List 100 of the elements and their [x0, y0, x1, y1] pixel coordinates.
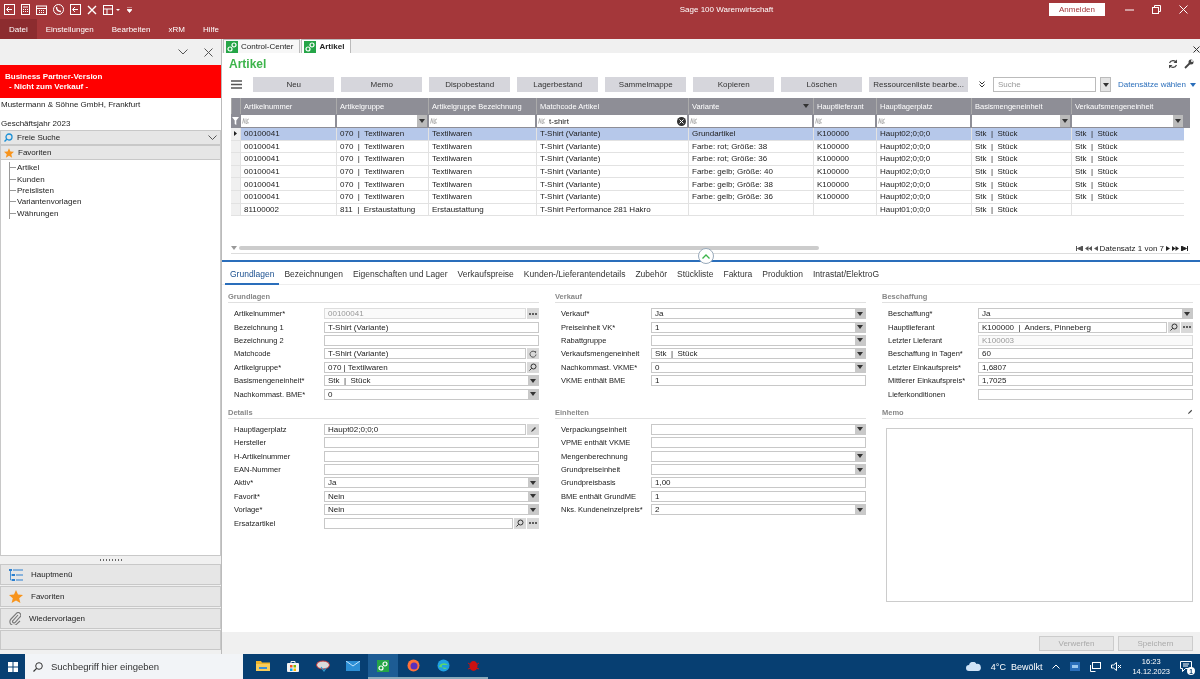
restore-icon[interactable]	[1152, 5, 1161, 14]
filter-button[interactable]	[1100, 77, 1111, 92]
row-header-cell[interactable]	[231, 178, 240, 191]
taskbar-app-button[interactable]	[368, 654, 398, 679]
toolbar-button[interactable]: Lagerbestand	[517, 77, 599, 92]
calendar-icon[interactable]	[36, 4, 47, 15]
tree-item[interactable]: Preislisten	[17, 185, 54, 195]
table-row[interactable]: 00100041 070 | Textilwaren Textilwaren T-Shirt (Variante) Grundartikel K100000 Haupt02;0;0;0 Stk | Stück Stk | Stück	[231, 128, 1190, 141]
weather-text[interactable]: 4°C Bewölkt	[990, 661, 1043, 672]
login-button[interactable]: Anmelden	[1048, 3, 1105, 16]
detail-tab[interactable]: Intrastat/ElektroG	[807, 264, 885, 285]
input-field[interactable]: 070 | Textilwaren	[324, 361, 526, 373]
toolbar-button[interactable]: Ressourcenliste bearbe...	[869, 77, 968, 92]
nav-button[interactable]: Hauptmenü	[0, 564, 221, 585]
phone-icon[interactable]	[53, 4, 64, 15]
detail-tab[interactable]: Grundlagen	[225, 264, 280, 285]
input-field[interactable]: 1,6807	[978, 361, 1193, 373]
dropdown[interactable]: Ja	[651, 308, 866, 320]
table-row[interactable]: 00100041 070 | Textilwaren Textilwaren T-Shirt (Variante) Farbe: rot; Größe: 38 K100000 Haupt02;0;0;0 Stk | Stück Stk | Stück	[231, 140, 1190, 154]
speaker-muted-icon[interactable]	[1111, 662, 1123, 671]
layout-icon[interactable]	[103, 4, 121, 15]
toolbar-button[interactable]: Dispobestand	[429, 77, 511, 92]
search-button[interactable]	[1168, 321, 1180, 333]
reload-button[interactable]	[527, 348, 539, 360]
next-record-icon[interactable]	[1166, 245, 1170, 251]
filter-field[interactable]	[241, 115, 335, 127]
filter-field[interactable]: t-shirt	[537, 115, 687, 127]
input-field[interactable]: T-Shirt (Variante)	[324, 321, 539, 333]
notification-icon[interactable]	[1180, 661, 1192, 672]
memo-field[interactable]	[886, 427, 1193, 602]
input-field[interactable]	[651, 437, 866, 449]
taskbar-search-field[interactable]: Suchbegriff hier eingeben	[25, 654, 243, 679]
close-icon[interactable]	[204, 47, 213, 57]
tree-item[interactable]: Kunden	[17, 174, 45, 184]
dw-tray-icon[interactable]	[1070, 662, 1081, 671]
input-field[interactable]	[324, 334, 539, 346]
filter-field[interactable]	[877, 115, 970, 127]
start-icon[interactable]	[7, 661, 18, 672]
nav-button[interactable]: Favoriten	[0, 586, 221, 607]
collapse-toggle[interactable]	[698, 248, 714, 264]
table-row[interactable]: 00100041 070 | Textilwaren Textilwaren T-Shirt (Variante) Farbe: gelb; Größe: 38 K100000 Haupt02;0;0;0 Stk | Stück Stk | Stück	[231, 178, 1190, 191]
menu-item[interactable]: Einstellungen	[36, 19, 103, 39]
row-header-cell[interactable]	[231, 153, 240, 166]
wrench-icon[interactable]	[1184, 59, 1194, 69]
previous-page-icon[interactable]	[1084, 245, 1092, 251]
exit-icon[interactable]	[4, 4, 15, 15]
clear-icon[interactable]	[677, 116, 686, 126]
input-field[interactable]	[324, 517, 513, 529]
toolbar-button[interactable]: Memo	[341, 77, 423, 92]
chevron-down-icon[interactable]	[178, 49, 188, 55]
detail-tab[interactable]: Stückliste	[672, 264, 719, 285]
tree-item[interactable]: Artikel	[17, 163, 40, 173]
dropdown[interactable]: Nein	[324, 490, 539, 502]
table-row[interactable]: 00100041 070 | Textilwaren Textilwaren T-Shirt (Variante) Farbe: gelb; Größe: 36 K100000 Haupt02;0;0;0 Stk | Stück Stk | Stück	[231, 190, 1190, 204]
search-dropdown[interactable]: Freie Suche	[0, 130, 221, 145]
dropdown[interactable]: Ja	[324, 477, 539, 489]
input-field[interactable]: 1	[651, 490, 866, 502]
row-header-cell[interactable]	[231, 190, 240, 204]
detail-tab[interactable]: Eigenschaften und Lager	[348, 264, 453, 285]
row-header-cell[interactable]	[231, 165, 240, 179]
input-field[interactable]: 60	[978, 348, 1193, 360]
last-record-icon[interactable]	[1181, 245, 1188, 251]
detail-tab[interactable]: Kunden-/Lieferantendetails	[518, 264, 631, 285]
table-row[interactable]: 00100041 070 | Textilwaren Textilwaren T-Shirt (Variante) Farbe: rot; Größe: 36 K100000 Haupt02;0;0;0 Stk | Stück Stk | Stück	[231, 153, 1190, 166]
dropdown[interactable]: Nein	[324, 504, 539, 516]
input-field[interactable]	[978, 388, 1193, 400]
detail-tab[interactable]: Bezeichnungen	[279, 264, 349, 285]
dropdown[interactable]: 0	[324, 388, 539, 400]
row-header-cell[interactable]	[231, 128, 240, 141]
input-field[interactable]: 1,00	[651, 477, 866, 489]
pencil-icon[interactable]	[1187, 409, 1193, 416]
search-button[interactable]	[527, 361, 539, 373]
network-icon[interactable]	[1090, 661, 1102, 672]
close-icon[interactable]	[1193, 46, 1200, 53]
favorites-header[interactable]: Favoriten	[0, 145, 221, 160]
dropdown[interactable]: 1	[651, 321, 866, 333]
input-field[interactable]: 1	[651, 375, 866, 387]
search-button[interactable]	[514, 517, 526, 529]
exit-icon[interactable]	[70, 4, 81, 15]
document-tab[interactable]: Artikel	[301, 39, 352, 53]
input-field[interactable]	[324, 464, 539, 476]
toolbar-button[interactable]: Sammelmappe	[605, 77, 687, 92]
filter-field[interactable]	[814, 115, 875, 127]
row-header-cell[interactable]	[231, 203, 240, 217]
detail-tab[interactable]: Faktura	[718, 264, 758, 285]
more-button[interactable]	[527, 308, 539, 320]
tree-item[interactable]: Währungen	[17, 208, 59, 218]
menu-item[interactable]: Datei	[0, 19, 37, 39]
detail-tab[interactable]: Zubehör	[630, 264, 673, 285]
dropdown[interactable]: 2	[651, 504, 866, 516]
input-field[interactable]	[324, 437, 539, 449]
input-field[interactable]: Haupt02;0;0;0	[324, 423, 526, 435]
tree-item[interactable]: Variantenvorlagen	[17, 197, 82, 207]
customize-icon[interactable]	[127, 6, 132, 13]
detail-tab[interactable]: Verkaufspreise	[452, 264, 519, 285]
toolbar-button[interactable]: Neu	[253, 77, 335, 92]
table-row[interactable]: 00100041 070 | Textilwaren Textilwaren T-Shirt (Variante) Farbe: gelb; Größe: 40 K100000 Haupt02;0;0;0 Stk | Stück Stk | Stück	[231, 165, 1190, 179]
menu-item[interactable]: Hilfe	[193, 19, 228, 39]
input-field[interactable]: K100000 | Anders, Pinneberg	[978, 321, 1167, 333]
menu-item[interactable]: Bearbeiten	[102, 19, 160, 39]
